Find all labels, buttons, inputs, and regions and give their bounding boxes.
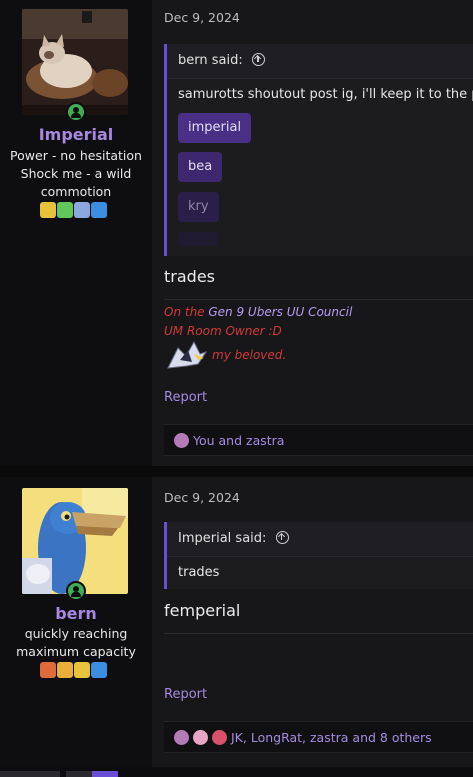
badge-icon (74, 662, 90, 678)
chip-bea: bea (178, 152, 223, 182)
arrow-up-circle-icon[interactable] (275, 531, 289, 544)
reactions-bar[interactable]: JK, LongRat, zastra and 8 others (164, 721, 473, 753)
badge-icon (74, 202, 90, 218)
quote-header[interactable]: bern said: (167, 44, 473, 79)
quote-author: Imperial said: (178, 531, 267, 546)
signature-divider (164, 633, 473, 634)
badge-icon (57, 662, 73, 678)
badge-icon (40, 662, 56, 678)
signature-line-3: my beloved. (212, 348, 287, 362)
badge-icon (57, 202, 73, 218)
report-link[interactable]: Report (164, 390, 207, 405)
badge-icon (91, 202, 107, 218)
chip-imperial: imperial (178, 113, 252, 143)
user-sidebar: bern quickly reaching maximum capacity (0, 477, 152, 767)
post-separator (0, 466, 473, 477)
quote-author: bern said: (178, 53, 243, 68)
user-title: quickly reaching maximum capacity (16, 626, 136, 659)
pagination-current[interactable] (92, 771, 118, 777)
post-date[interactable]: Dec 9, 2024 (164, 10, 240, 25)
arrow-up-circle-icon[interactable] (251, 53, 265, 66)
reaction-icon (174, 729, 189, 745)
avatar-bern[interactable] (22, 488, 128, 594)
reaction-icon (193, 729, 208, 745)
signature-divider (164, 299, 473, 300)
pagination-bar[interactable] (66, 771, 92, 777)
post-imperial: Imperial Power - no hesitation Shock me … (0, 0, 473, 466)
post-date[interactable]: Dec 9, 2024 (164, 490, 240, 505)
chip-kry: kry (178, 192, 219, 222)
chip-faded (178, 232, 218, 246)
post-content: Dec 9, 2024 bern said: samurotts shoutou… (152, 0, 473, 466)
signature-prefix: On the (164, 305, 209, 319)
quote-text: trades (178, 565, 220, 580)
post-message: trades (164, 267, 215, 286)
reactions-text[interactable]: You and zastra (193, 433, 284, 448)
avatar-imperial[interactable] (22, 9, 128, 115)
post-bern: bern quickly reaching maximum capacity D… (0, 477, 473, 767)
username[interactable]: bern (0, 604, 152, 623)
user-badges (40, 662, 107, 678)
badge-icon (40, 202, 56, 218)
user-title: Power - no hesitation Shock me - a wild … (10, 148, 142, 199)
signature-line-2: UM Room Owner :D (164, 324, 282, 338)
online-status-icon (66, 102, 86, 122)
badge-icon (91, 662, 107, 678)
reactions-text[interactable]: JK, LongRat, zastra and 8 others (231, 730, 432, 745)
quote-text: samurotts shoutout post ig, i'll keep it… (178, 87, 473, 102)
pagination-bar[interactable] (0, 771, 60, 777)
quote-block: bern said: samurotts shoutout post ig, i… (164, 44, 473, 256)
kyurem-sprite-icon (164, 338, 208, 372)
signature-line-1: On the Gen 9 Ubers UU Council (164, 305, 352, 319)
quote-header[interactable]: Imperial said: (167, 522, 473, 557)
username[interactable]: Imperial (0, 125, 152, 144)
quote-block: Imperial said: trades (164, 522, 473, 589)
user-sidebar: Imperial Power - no hesitation Shock me … (0, 0, 152, 466)
signature-link[interactable]: Gen 9 Ubers UU Council (208, 305, 352, 319)
report-link[interactable]: Report (164, 687, 207, 702)
reactions-bar[interactable]: You and zastra (164, 424, 473, 456)
post-message: femperial (164, 601, 241, 620)
online-status-icon (66, 581, 86, 601)
post-content: Dec 9, 2024 Imperial said: trades femper… (152, 477, 473, 767)
reaction-icon (174, 432, 189, 448)
user-badges (40, 202, 107, 218)
reaction-icon (212, 729, 227, 745)
